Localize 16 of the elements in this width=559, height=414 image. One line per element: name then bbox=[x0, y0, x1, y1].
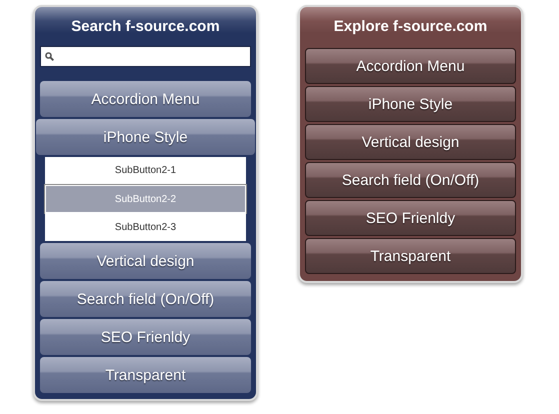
menu-button[interactable]: iPhone Style bbox=[36, 119, 255, 155]
menu-button[interactable]: Accordion Menu bbox=[305, 48, 516, 84]
menu-button[interactable]: Transparent bbox=[40, 357, 251, 393]
menu-button[interactable]: Search field (On/Off) bbox=[40, 281, 251, 317]
menu-button[interactable]: Vertical design bbox=[305, 124, 516, 160]
menu-button[interactable]: Vertical design bbox=[40, 243, 251, 279]
menu-button[interactable]: SEO Frienldy bbox=[305, 200, 516, 236]
menu-button[interactable]: Transparent bbox=[305, 238, 516, 274]
menu-button[interactable]: iPhone Style bbox=[305, 86, 516, 122]
menu-button[interactable]: Accordion Menu bbox=[40, 81, 251, 117]
search-field[interactable] bbox=[40, 46, 251, 67]
panel-title: Explore f-source.com bbox=[332, 17, 488, 37]
menu-button[interactable]: SEO Frienldy bbox=[40, 319, 251, 355]
menu-button[interactable]: Search field (On/Off) bbox=[305, 162, 516, 198]
panel-title: Search f-source.com bbox=[70, 17, 221, 37]
search-icon bbox=[45, 52, 54, 61]
